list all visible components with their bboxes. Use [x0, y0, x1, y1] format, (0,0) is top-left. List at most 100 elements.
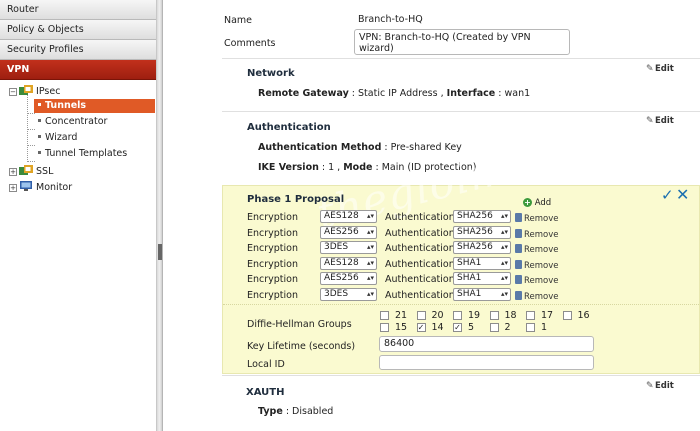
- tree-tunnel-templates[interactable]: Tunnel Templates: [38, 147, 127, 161]
- authentication-label: Authentication: [385, 212, 455, 223]
- encryption-select[interactable]: AES256 ▴▾: [320, 225, 377, 239]
- tunnel-edit-form: Name Branch-to-HQ Comments VPN: Branch-t…: [164, 0, 700, 431]
- network-panel: Network ✎Edit Remote Gateway : Static IP…: [222, 58, 700, 110]
- remove-proposal-button[interactable]: Remove: [515, 244, 559, 255]
- nav-vpn[interactable]: VPN: [0, 60, 156, 80]
- authentication-select[interactable]: SHA1 ▴▾: [453, 256, 511, 270]
- comments-field[interactable]: VPN: Branch-to-HQ (Created by VPN wizard…: [354, 29, 570, 55]
- add-plus-icon: +: [523, 198, 532, 207]
- cancel-x-icon[interactable]: ✕: [676, 185, 689, 204]
- dh-group-label: 15: [395, 322, 408, 333]
- nav-security-profiles[interactable]: Security Profiles: [0, 40, 156, 60]
- monitor-icon: [20, 181, 32, 191]
- encryption-label: Encryption: [247, 289, 299, 301]
- dh-group-checkbox[interactable]: [489, 323, 499, 332]
- network-title: Network: [247, 68, 295, 79]
- dh-group-checkbox[interactable]: [526, 311, 535, 320]
- bullet-icon: [38, 135, 41, 138]
- dh-group-checkbox[interactable]: ✓: [453, 323, 462, 332]
- select-arrows-icon: ▴▾: [366, 289, 374, 298]
- bullet-icon: [38, 119, 41, 122]
- authentication-select[interactable]: SHA256 ▴▾: [453, 225, 511, 239]
- nav-policy-objects[interactable]: Policy & Objects: [0, 20, 156, 40]
- select-arrows-icon: ▴▾: [500, 212, 508, 220]
- remove-proposal-button[interactable]: Remove: [515, 259, 559, 271]
- dh-group-checkbox[interactable]: ✓: [416, 323, 426, 332]
- dh-group-checkbox[interactable]: [489, 311, 499, 320]
- key-lifetime-input[interactable]: 86400: [379, 336, 594, 352]
- confirm-check-icon[interactable]: ✓: [661, 186, 674, 204]
- expand-monitor-icon[interactable]: +: [9, 184, 17, 192]
- encryption-label: Encryption: [247, 227, 299, 239]
- remove-proposal-button[interactable]: Remove: [515, 290, 559, 302]
- local-id-input[interactable]: [379, 355, 594, 370]
- nav-router[interactable]: Router: [0, 0, 156, 20]
- dh-group-checkbox[interactable]: [380, 311, 389, 320]
- tree-ipsec-label: IPsec: [36, 86, 61, 97]
- trash-icon: [515, 290, 522, 300]
- dh-group-label: 19: [468, 310, 481, 321]
- select-arrows-icon: ▴▾: [366, 227, 374, 236]
- encryption-select[interactable]: AES256 ▴▾: [320, 272, 377, 285]
- tree-ssl[interactable]: SSL: [19, 165, 53, 179]
- encryption-label: Encryption: [247, 274, 299, 285]
- tree-tunnel-templates-label: Tunnel Templates: [45, 148, 128, 159]
- splitter-grip[interactable]: [158, 244, 162, 260]
- encryption-label: Encryption: [247, 258, 299, 270]
- tree-wizard-label: Wizard: [45, 132, 78, 143]
- xauth-edit-button[interactable]: ✎Edit: [646, 381, 674, 391]
- tree-tunnels-label: Tunnels: [45, 100, 87, 111]
- phase1-proposal-panel: thegioimang.vn Phase 1 Proposal ✓ ✕ + Ad…: [222, 107, 700, 374]
- comments-label: Comments: [224, 38, 276, 49]
- sidebar-splitter[interactable]: [157, 0, 163, 431]
- encryption-select[interactable]: AES128 ▴▾: [320, 210, 377, 223]
- select-arrows-icon: ▴▾: [366, 243, 374, 251]
- encryption-label: Encryption: [247, 212, 299, 223]
- trash-icon: [515, 259, 522, 269]
- authentication-select[interactable]: SHA256 ▴▾: [453, 241, 511, 254]
- add-proposal-button[interactable]: + Add: [523, 198, 551, 208]
- dh-group-checkbox[interactable]: [380, 323, 389, 332]
- tree-tunnels[interactable]: Tunnels: [34, 99, 155, 113]
- expand-ssl-icon[interactable]: +: [9, 168, 17, 176]
- proposal-row: Encryption 3DES ▴▾ Authentication SHA1 ▴▾ Remo…: [223, 287, 699, 303]
- collapse-ipsec-icon[interactable]: −: [9, 88, 17, 96]
- remove-proposal-button[interactable]: Remove: [515, 228, 559, 240]
- select-arrows-icon: ▴▾: [500, 258, 508, 267]
- authentication-select[interactable]: SHA1 ▴▾: [453, 272, 511, 285]
- authentication-select[interactable]: SHA1 ▴▾: [453, 287, 511, 301]
- tree-monitor-label: Monitor: [36, 182, 73, 193]
- authentication-select[interactable]: SHA256 ▴▾: [453, 210, 511, 223]
- tree-wizard[interactable]: Wizard: [38, 131, 77, 145]
- authentication-title: Authentication: [247, 122, 331, 133]
- select-arrows-icon: ▴▾: [366, 274, 374, 282]
- tree-monitor[interactable]: Monitor: [19, 181, 72, 195]
- select-arrows-icon: ▴▾: [500, 227, 508, 236]
- remove-proposal-button[interactable]: Remove: [515, 213, 559, 224]
- network-edit-button[interactable]: ✎Edit: [646, 64, 674, 74]
- encryption-select[interactable]: AES128 ▴▾: [320, 256, 377, 270]
- encryption-select[interactable]: 3DES ▴▾: [320, 241, 377, 254]
- dh-group-checkbox[interactable]: [416, 311, 426, 320]
- xauth-panel: XAUTH ✎Edit Type : Disabled: [222, 375, 700, 431]
- select-arrows-icon: ▴▾: [366, 258, 374, 267]
- proposal-row: Encryption AES256 ▴▾ Authentication SHA256 ▴▾…: [223, 225, 699, 241]
- dh-group-label: 17: [541, 310, 554, 321]
- dh-group-label: 20: [431, 310, 444, 321]
- dh-group-checkbox[interactable]: [526, 323, 535, 332]
- authentication-label: Authentication: [385, 227, 455, 239]
- proposal-row: Encryption AES128 ▴▾ Authentication SHA256 ▴▾…: [223, 210, 699, 225]
- proposal-row: Encryption 3DES ▴▾ Authentication SHA256 ▴▾ Re…: [223, 241, 699, 256]
- proposal-row: Encryption AES128 ▴▾ Authentication SHA1 ▴▾ Re…: [223, 256, 699, 272]
- authentication-label: Authentication: [385, 243, 455, 254]
- ssl-folder-icon: [19, 165, 33, 175]
- dh-group-checkbox[interactable]: [562, 311, 572, 320]
- remove-proposal-button[interactable]: Remove: [515, 275, 559, 286]
- proposal-row: Encryption AES256 ▴▾ Authentication SHA1 ▴▾ Re…: [223, 272, 699, 287]
- tree-ipsec[interactable]: IPsec: [19, 85, 60, 99]
- tree-concentrator[interactable]: Concentrator: [38, 115, 107, 129]
- encryption-select[interactable]: 3DES ▴▾: [320, 287, 377, 301]
- dh-group-checkbox[interactable]: [453, 311, 462, 320]
- trash-icon: [515, 213, 522, 222]
- name-label: Name: [224, 15, 253, 26]
